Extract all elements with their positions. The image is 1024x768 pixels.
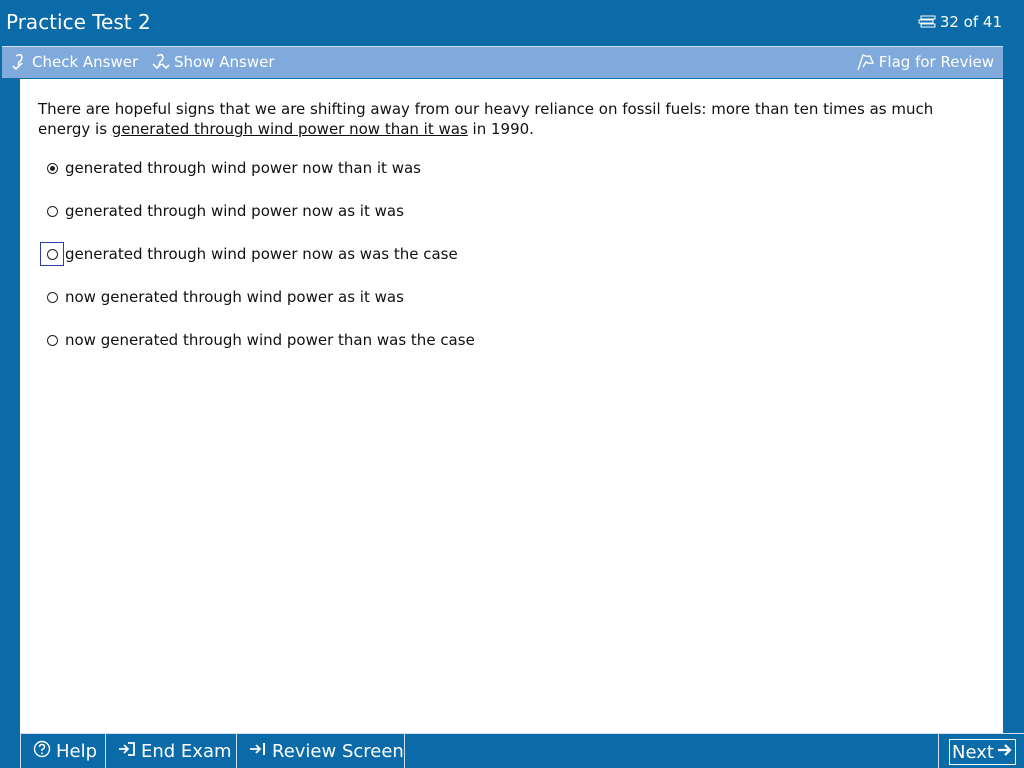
answer-choice[interactable]: generated through wind power now than it…: [40, 156, 421, 180]
check-answer-button[interactable]: Check Answer: [12, 53, 138, 71]
radio-button-box[interactable]: [40, 199, 64, 223]
flag-icon: [855, 53, 875, 71]
bottom-bar: Help End Exam Review Screen Next: [20, 733, 1024, 768]
next-arrow-icon: [997, 742, 1013, 763]
radio-button-box[interactable]: [40, 156, 64, 180]
radio-button-box[interactable]: [40, 285, 64, 309]
radio-button[interactable]: [46, 205, 58, 217]
radio-button-box[interactable]: [40, 328, 64, 352]
flag-for-review-button[interactable]: Flag for Review: [855, 53, 994, 71]
show-answer-label: Show Answer: [174, 53, 275, 71]
answer-choice[interactable]: now generated through wind power than wa…: [40, 328, 475, 352]
show-answer-button[interactable]: Show Answer: [152, 53, 275, 71]
next-label: Next: [952, 741, 994, 763]
review-screen-label: Review Screen: [272, 741, 404, 762]
check-answer-icon: [12, 53, 28, 71]
answer-choice-label: now generated through wind power than wa…: [65, 331, 475, 349]
radio-button-box[interactable]: [40, 242, 64, 266]
toolbar: Check Answer Show Answer Flag for Review: [2, 46, 1003, 78]
help-icon: [33, 740, 51, 763]
answer-choice-label: now generated through wind power as it w…: [65, 288, 404, 306]
question-panel: There are hopeful signs that we are shif…: [20, 79, 1003, 733]
stem-underlined-text: generated through wind power now than it…: [111, 120, 468, 138]
radio-button[interactable]: [46, 248, 58, 260]
help-label: Help: [56, 741, 98, 762]
list-icon: [918, 15, 936, 29]
answer-choice-label: generated through wind power now as it w…: [65, 202, 404, 220]
answer-choice[interactable]: generated through wind power now as it w…: [40, 199, 404, 223]
review-screen-icon: [249, 741, 267, 762]
check-answer-label: Check Answer: [32, 53, 139, 71]
app-title: Practice Test 2: [6, 10, 151, 34]
next-button-frame[interactable]: Next: [949, 738, 1016, 765]
answer-choice[interactable]: now generated through wind power as it w…: [40, 285, 404, 309]
radio-button[interactable]: [46, 291, 58, 303]
show-answer-icon: [152, 53, 170, 71]
radio-button[interactable]: [46, 162, 58, 174]
next-button[interactable]: Next: [938, 734, 1016, 768]
review-screen-button[interactable]: Review Screen: [236, 734, 405, 768]
title-bar: Practice Test 2 32 of 41: [0, 0, 1024, 46]
stem-text-after: in 1990.: [467, 120, 534, 138]
end-exam-button[interactable]: End Exam: [105, 734, 236, 768]
end-exam-label: End Exam: [141, 741, 232, 762]
end-exam-icon: [118, 741, 136, 762]
answer-choice[interactable]: generated through wind power now as was …: [40, 242, 458, 266]
question-counter-text: 32 of 41: [939, 13, 1002, 31]
question-counter: 32 of 41: [918, 13, 1002, 31]
help-button[interactable]: Help: [20, 734, 105, 768]
flag-for-review-label: Flag for Review: [878, 53, 994, 71]
answer-choice-label: generated through wind power now than it…: [65, 159, 421, 177]
radio-button[interactable]: [46, 334, 58, 346]
answer-choice-label: generated through wind power now as was …: [65, 245, 458, 263]
question-stem: There are hopeful signs that we are shif…: [38, 99, 958, 139]
